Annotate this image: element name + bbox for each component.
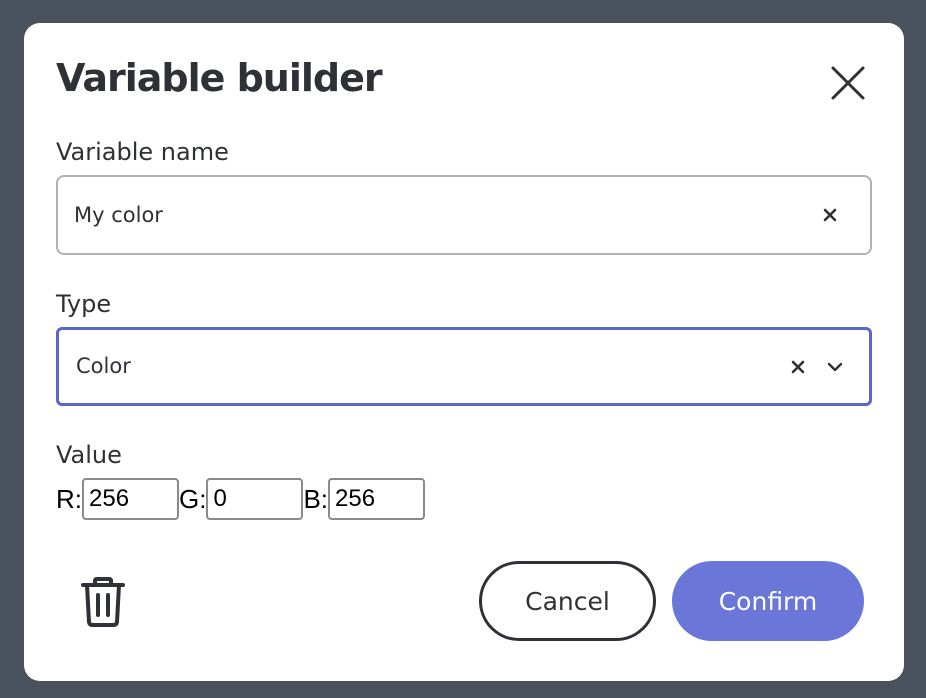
close-button[interactable] <box>824 59 872 107</box>
clear-icon <box>823 208 837 222</box>
r-label: R: <box>56 484 82 514</box>
type-label: Type <box>56 290 112 318</box>
trash-icon <box>81 577 125 627</box>
g-label: G: <box>179 484 207 514</box>
rgb-inputs: R: G: B: <box>56 478 426 520</box>
type-dropdown-toggle[interactable] <box>825 357 845 377</box>
variable-name-value[interactable]: My color <box>74 177 163 253</box>
close-icon <box>831 66 865 100</box>
variable-name-label: Variable name <box>56 138 229 166</box>
type-select[interactable]: Color <box>56 327 872 406</box>
clear-name-button[interactable] <box>820 205 840 225</box>
r-input[interactable] <box>82 478 179 520</box>
chevron-down-icon <box>827 362 843 372</box>
delete-button[interactable] <box>78 576 128 628</box>
g-input[interactable] <box>206 478 304 520</box>
variable-builder-dialog: Variable builder Variable name My color … <box>24 23 904 681</box>
clear-type-button[interactable] <box>788 357 808 377</box>
cancel-button[interactable]: Cancel <box>479 561 656 641</box>
clear-icon <box>791 360 805 374</box>
variable-name-field[interactable]: My color <box>56 175 872 255</box>
type-select-value: Color <box>76 354 131 378</box>
b-label: B: <box>303 484 329 514</box>
confirm-button[interactable]: Confirm <box>672 561 864 641</box>
value-label: Value <box>56 441 122 469</box>
b-input[interactable] <box>328 478 426 520</box>
dialog-title: Variable builder <box>56 56 383 100</box>
